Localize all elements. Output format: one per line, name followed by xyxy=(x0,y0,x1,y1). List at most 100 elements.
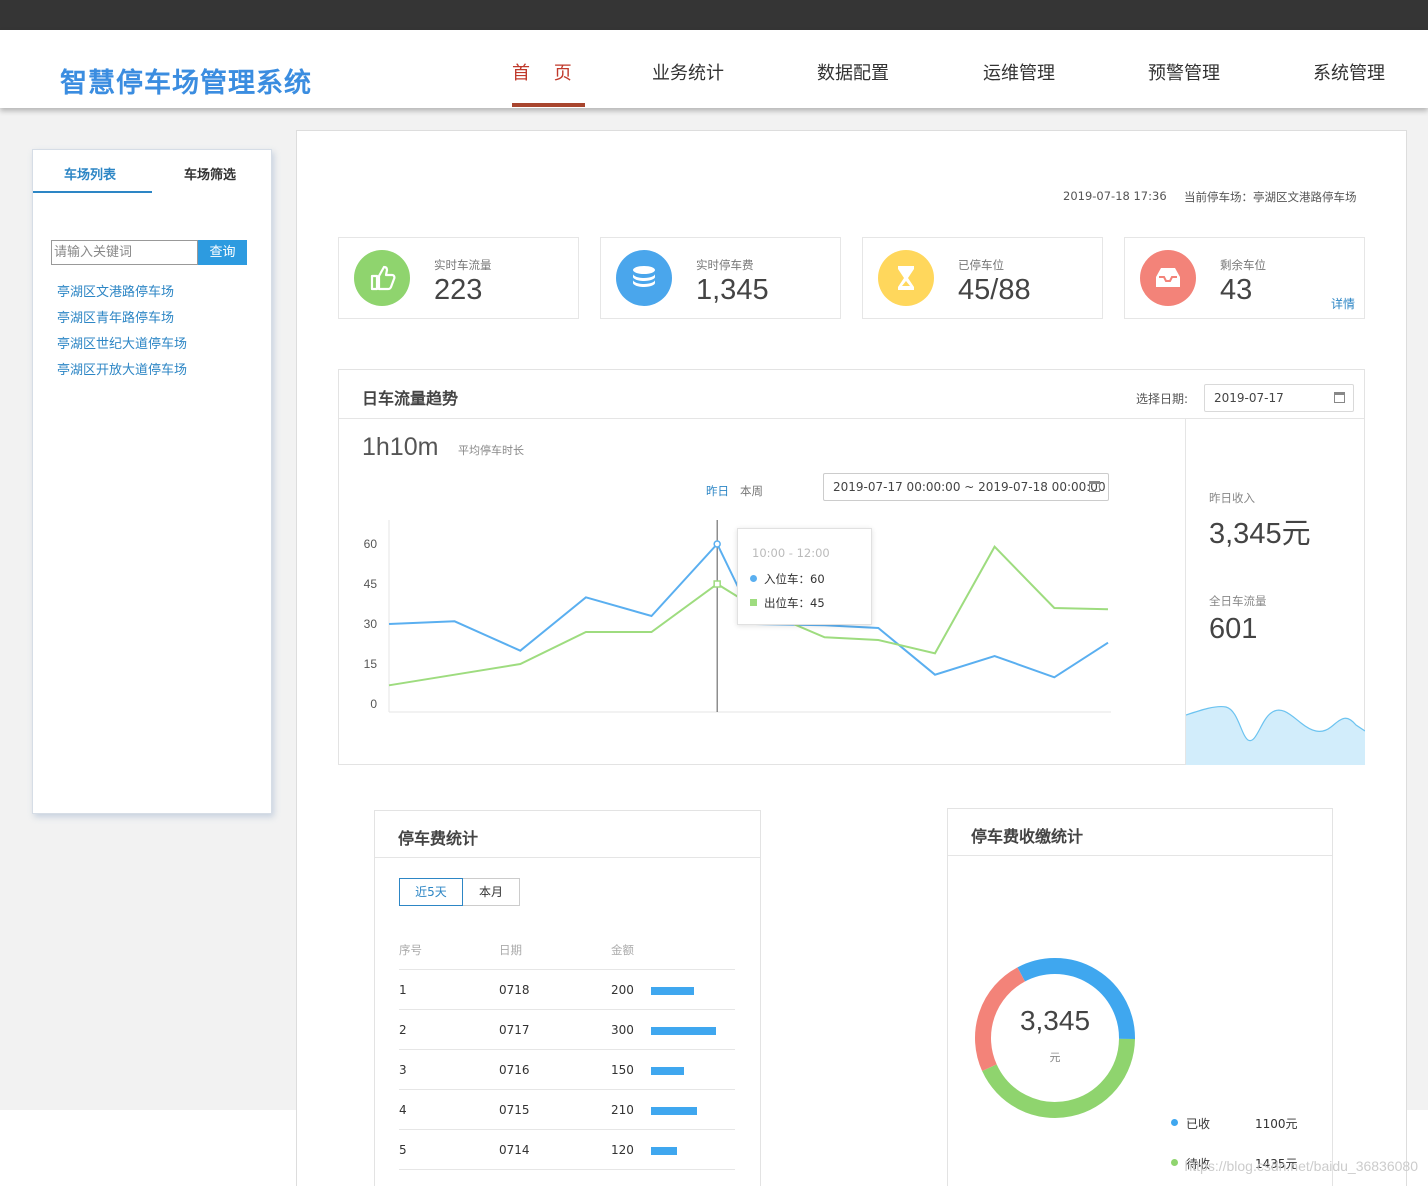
legend-dot xyxy=(750,575,757,582)
divider xyxy=(948,855,1332,856)
cell-no: 4 xyxy=(399,1103,407,1117)
chart-tooltip: 10:00 - 12:00 入位车：60 出位车：45 xyxy=(737,528,872,625)
tab-yesterday[interactable]: 昨日 xyxy=(706,483,729,499)
details-link[interactable]: 详情 xyxy=(1331,295,1355,312)
stat-card-traffic: 实时车流量 223 xyxy=(338,237,579,319)
lot-search-button[interactable]: 查询 xyxy=(198,240,247,265)
col-header-date: 日期 xyxy=(499,943,522,957)
calendar-icon xyxy=(1334,392,1345,403)
thumbs-up-icon xyxy=(354,250,410,306)
y-tick-label: 0 xyxy=(370,697,377,711)
current-datetime: 2019-07-18 17:36 xyxy=(1063,189,1167,203)
fee-collection-panel: 停车费收缴统计 3,345 元 已收1100元待收1435元非临时车800元 xyxy=(947,808,1333,1186)
legend-label: 已收 xyxy=(1186,1117,1211,1131)
inbox-icon xyxy=(1140,250,1196,306)
lot-link[interactable]: 亭湖区文港路停车场 xyxy=(57,281,174,300)
tab-lot-list[interactable]: 车场列表 xyxy=(64,164,116,183)
database-icon xyxy=(616,250,672,306)
nav-business-stats[interactable]: 业务统计 xyxy=(652,59,724,85)
datetime-range-picker[interactable]: 2019-07-17 00:00:00 ~ 2019-07-18 00:00:0… xyxy=(823,473,1109,501)
stat-label: 实时停车费 xyxy=(696,258,754,272)
range-value: 2019-07-17 00:00:00 ~ 2019-07-18 00:00:0… xyxy=(833,480,1106,494)
amount-bar xyxy=(651,1147,677,1155)
watermark: https://blog.csdn.net/baidu_36836080 xyxy=(1184,1158,1418,1174)
stat-card-occupied: 已停车位 45/88 xyxy=(862,237,1103,319)
legend-dot xyxy=(1171,1159,1178,1166)
amount-bar xyxy=(651,1027,716,1035)
legend-value: 1100元 xyxy=(1255,1117,1298,1131)
donut-total: 3,345 xyxy=(1019,1005,1091,1036)
table-row: 1 0718 200 xyxy=(399,969,735,1009)
calendar-icon xyxy=(1089,481,1100,492)
app-header: 智慧停车场管理系统 首 页 业务统计 数据配置 运维管理 预警管理 系统管理 xyxy=(0,30,1428,108)
trend-title: 日车流量趋势 xyxy=(362,389,459,408)
cell-date: 0716 xyxy=(499,1063,530,1077)
nav-data-config[interactable]: 数据配置 xyxy=(817,59,889,85)
col-header-no: 序号 xyxy=(399,943,422,957)
traffic-trend-panel: 日车流量趋势 选择日期: 2019-07-17 1h10m 平均停车时长 昨日 … xyxy=(338,369,1365,765)
tab-this-month[interactable]: 本月 xyxy=(463,878,520,906)
lot-search-input[interactable]: 请输入关键词 xyxy=(51,240,198,265)
cell-no: 3 xyxy=(399,1063,407,1077)
date-picker[interactable]: 2019-07-17 xyxy=(1204,384,1354,412)
hourglass-icon xyxy=(878,250,934,306)
stat-card-remaining: 剩余车位 43 详情 xyxy=(1124,237,1365,319)
lot-link[interactable]: 亭湖区开放大道停车场 xyxy=(57,359,187,378)
wave-sparkline xyxy=(1186,705,1365,765)
fee-title: 停车费统计 xyxy=(398,829,479,848)
stat-value: 223 xyxy=(434,274,483,306)
lot-sidebar: 车场列表 车场筛选 请输入关键词 查询 亭湖区文港路停车场 亭湖区青年路停车场 … xyxy=(32,149,272,814)
collect-title: 停车费收缴统计 xyxy=(971,827,1084,846)
amount-bar xyxy=(651,987,694,995)
highlight-point xyxy=(713,540,721,548)
cell-no: 1 xyxy=(399,983,407,997)
tab-this-week[interactable]: 本周 xyxy=(740,483,763,499)
nav-home[interactable]: 首 页 xyxy=(512,59,572,85)
stat-label: 剩余车位 xyxy=(1220,258,1266,272)
tooltip-in-label: 入位车：60 xyxy=(764,572,825,586)
col-header-amount: 金额 xyxy=(611,943,634,957)
tab-last-5-days[interactable]: 近5天 xyxy=(399,878,463,906)
y-tick-label: 60 xyxy=(364,537,378,551)
date-picker-value: 2019-07-17 xyxy=(1214,391,1284,405)
trend-summary-panel: 昨日收入 3,345元 全日车流量 601 xyxy=(1185,419,1365,765)
stat-label: 已停车位 xyxy=(958,258,1004,272)
nav-operations[interactable]: 运维管理 xyxy=(983,59,1055,85)
stat-value: 43 xyxy=(1220,274,1253,306)
nav-alerts[interactable]: 预警管理 xyxy=(1148,59,1220,85)
tab-active-indicator xyxy=(33,191,152,193)
cell-no: 5 xyxy=(399,1143,407,1157)
table-row: 4 0715 210 xyxy=(399,1089,735,1129)
donut-unit: 元 xyxy=(1049,1051,1061,1064)
divider xyxy=(375,857,760,858)
table-row: 5 0714 120 xyxy=(399,1129,735,1169)
nav-active-indicator xyxy=(512,103,585,107)
income-value: 3,345元 xyxy=(1209,518,1311,550)
fee-donut-chart[interactable] xyxy=(970,953,1140,1123)
avg-duration-label: 平均停车时长 xyxy=(458,444,524,457)
cell-amount: 120 xyxy=(611,1143,634,1157)
app-logo-title: 智慧停车场管理系统 xyxy=(60,68,312,99)
cell-amount: 300 xyxy=(611,1023,634,1037)
table-row: 2 0717 300 xyxy=(399,1009,735,1049)
dashboard-main: 2019-07-18 17:36 当前停车场：亭湖区文港路停车场 实时车流量 2… xyxy=(296,130,1407,1186)
cell-date: 0718 xyxy=(499,983,530,997)
window-top-bar xyxy=(0,0,1428,30)
cell-amount: 210 xyxy=(611,1103,634,1117)
legend-square xyxy=(750,599,757,606)
tab-lot-filter[interactable]: 车场筛选 xyxy=(184,164,236,183)
cell-date: 0715 xyxy=(499,1103,530,1117)
table-bottom-border xyxy=(399,1169,735,1170)
tooltip-in-row: 入位车：60 xyxy=(750,571,825,587)
y-tick-label: 45 xyxy=(364,577,378,591)
y-tick-label: 15 xyxy=(364,657,378,671)
nav-system[interactable]: 系统管理 xyxy=(1313,59,1385,85)
cell-date: 0714 xyxy=(499,1143,530,1157)
cell-no: 2 xyxy=(399,1023,407,1037)
legend-dot xyxy=(1171,1119,1178,1126)
lot-link[interactable]: 亭湖区世纪大道停车场 xyxy=(57,333,187,352)
avg-duration-value: 1h10m xyxy=(362,433,439,461)
income-label: 昨日收入 xyxy=(1209,491,1255,505)
cell-amount: 150 xyxy=(611,1063,634,1077)
lot-link[interactable]: 亭湖区青年路停车场 xyxy=(57,307,174,326)
